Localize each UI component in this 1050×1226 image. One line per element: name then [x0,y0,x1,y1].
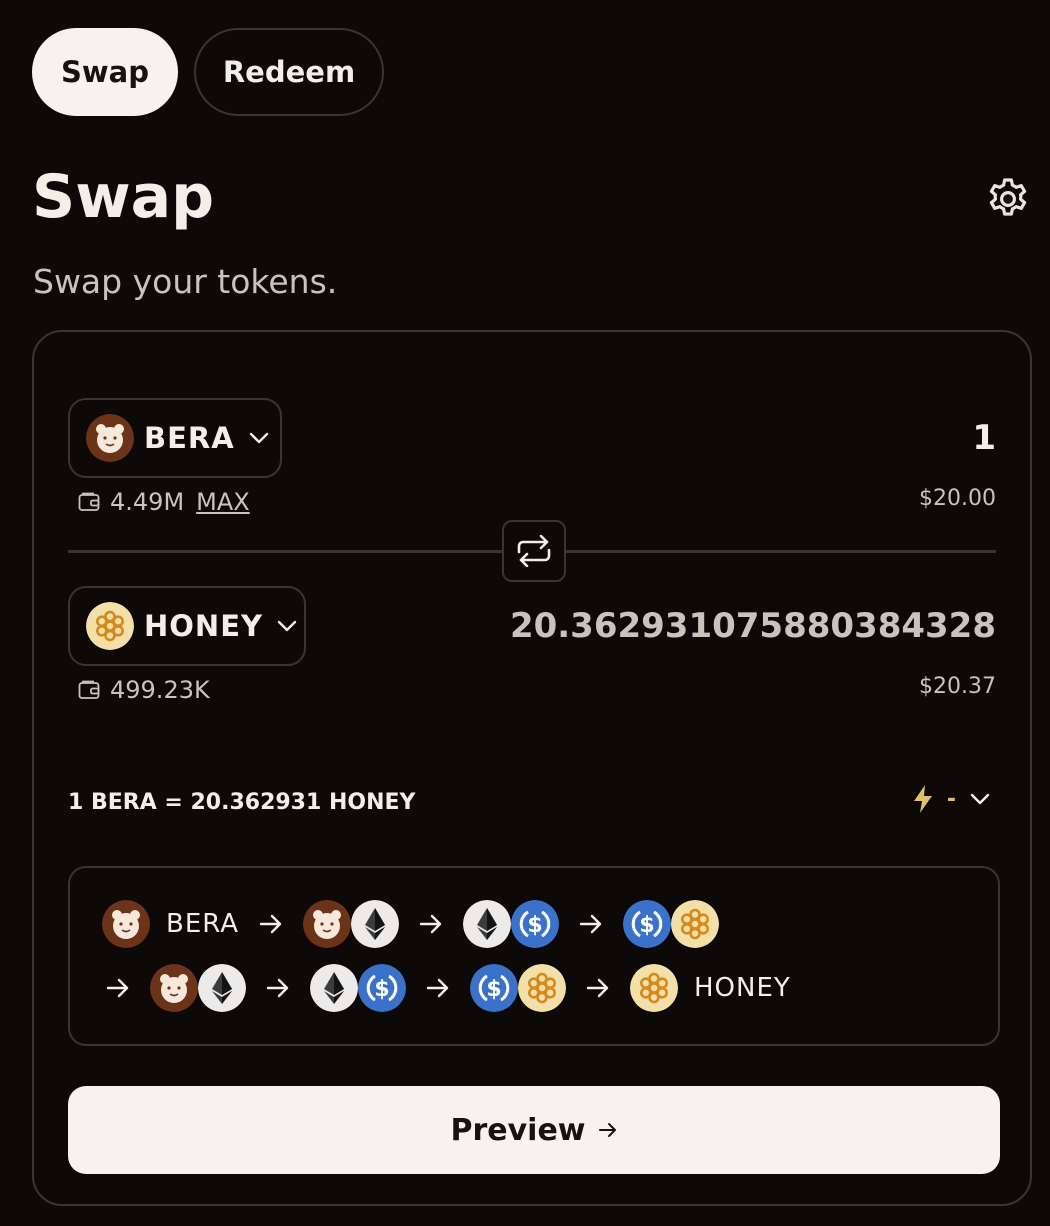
honey-icon [86,602,134,650]
arrow-right-icon [266,978,290,998]
chevron-down-icon [277,620,297,632]
arrow-right-icon [106,978,130,998]
switch-tokens-button[interactable] [502,520,566,582]
swap-card: BERA 4.49M MAX 1 $20.00 HONEY 499.23K 20… [32,330,1032,1206]
gas-speed-toggle[interactable]: - [911,784,990,814]
from-balance-value: 4.49M [110,488,185,516]
route-hop [463,900,559,948]
arrow-right-icon [586,978,610,998]
gas-speed-value: - [946,786,956,812]
gear-icon[interactable] [984,175,1032,223]
usdc-icon [511,900,559,948]
bera-icon [150,964,198,1012]
route-end-label: HONEY [694,973,791,1003]
eth-icon [310,964,358,1012]
route-start-label: BERA [166,909,240,939]
route-hop [310,964,406,1012]
eth-icon [198,964,246,1012]
from-token-selector[interactable]: BERA [68,398,282,478]
eth-icon [463,900,511,948]
exchange-rate: 1 BERA = 20.362931 HONEY [68,790,416,815]
chevron-down-icon [970,793,990,805]
wallet-icon [78,492,100,511]
usdc-icon [470,964,518,1012]
route-hop [623,900,719,948]
to-balance-value: 499.23K [110,676,210,704]
page-subtitle: Swap your tokens. [33,262,338,301]
swap-arrows-icon [517,535,551,567]
from-token-name: BERA [144,421,235,455]
to-usd-value: $20.37 [919,674,996,699]
bera-icon [102,900,150,948]
from-balance: 4.49M MAX [78,488,250,516]
page-title: Swap [32,162,215,232]
max-button[interactable]: MAX [196,488,250,516]
preview-button[interactable]: Preview [68,1086,1000,1174]
from-amount-input[interactable]: 1 [972,418,996,458]
arrow-right-icon [579,914,603,934]
route-hop [303,900,399,948]
to-token-selector[interactable]: HONEY [68,586,306,666]
tab-redeem[interactable]: Redeem [194,28,384,116]
lightning-icon [913,785,932,813]
route-row: HONEY [86,964,791,1012]
eth-icon [351,900,399,948]
to-amount-output: 20.362931075880384328 [509,606,996,646]
usdc-icon [623,900,671,948]
from-usd-value: $20.00 [919,486,996,511]
route-panel: BERA HONEY [68,866,1000,1046]
preview-label: Preview [450,1112,586,1148]
bera-icon [303,900,351,948]
usdc-icon [358,964,406,1012]
arrow-right-icon [259,914,283,934]
wallet-icon [78,680,100,699]
arrow-right-icon [426,978,450,998]
honey-icon [518,964,566,1012]
chevron-down-icon [249,432,268,444]
route-row: BERA [102,900,719,948]
arrow-right-icon [598,1123,616,1137]
honey-icon [671,900,719,948]
route-hop [150,964,246,1012]
to-balance: 499.23K [78,676,210,704]
honey-icon [630,964,678,1012]
bera-icon [86,414,134,462]
to-token-name: HONEY [144,609,264,643]
arrow-right-icon [419,914,443,934]
tab-swap[interactable]: Swap [32,28,178,116]
route-hop [470,964,566,1012]
